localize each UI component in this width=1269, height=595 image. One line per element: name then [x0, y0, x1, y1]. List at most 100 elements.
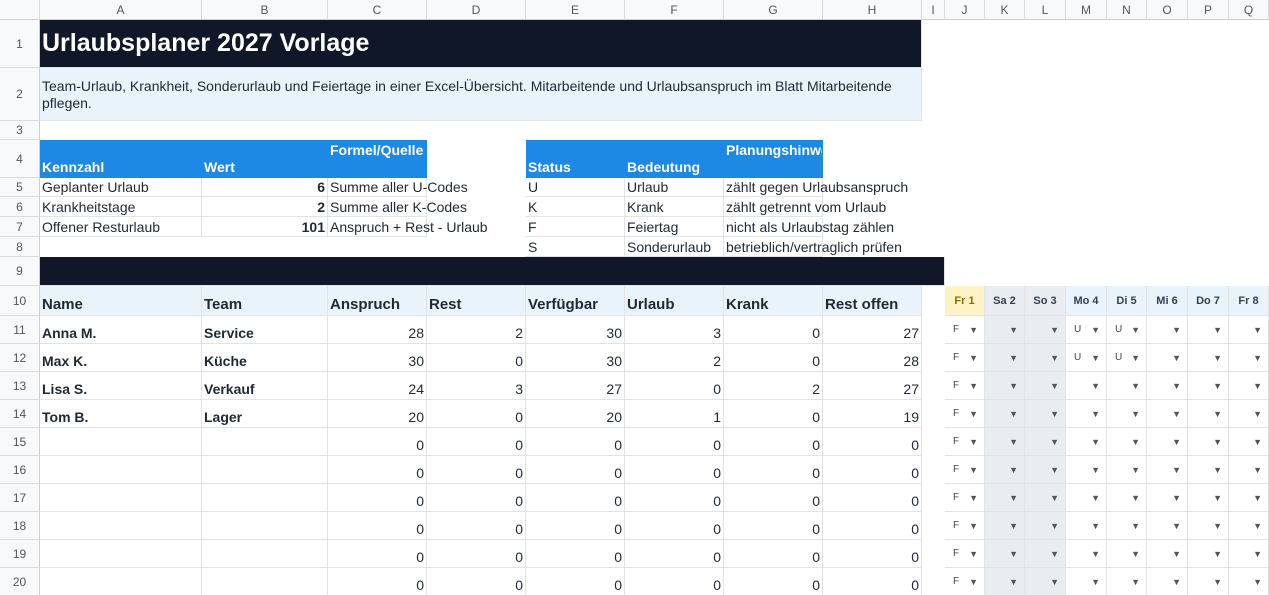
dropdown-arrow-icon[interactable]: ▼: [1131, 325, 1140, 335]
calendar-status-dropdown[interactable]: ▼: [1229, 428, 1269, 456]
dropdown-arrow-icon[interactable]: ▼: [1131, 353, 1140, 363]
row-header-11[interactable]: 11: [0, 316, 40, 344]
dropdown-arrow-icon[interactable]: ▼: [1213, 577, 1222, 587]
kpi-name[interactable]: Offener Resturlaub: [40, 217, 202, 237]
table-cell-text[interactable]: [202, 456, 328, 484]
legend-header-2[interactable]: Planungshinweis: [724, 140, 823, 178]
calendar-day-header[interactable]: Fr 1: [945, 286, 985, 316]
legend-hint[interactable]: zählt getrennt vom Urlaub: [724, 197, 886, 217]
table-cell-number[interactable]: 27: [823, 372, 922, 400]
dropdown-arrow-icon[interactable]: ▼: [1253, 577, 1262, 587]
dropdown-arrow-icon[interactable]: ▼: [1172, 353, 1181, 363]
table-cell-text[interactable]: Tom B.: [40, 400, 202, 428]
calendar-status-dropdown[interactable]: ▼: [1107, 512, 1147, 540]
calendar-status-dropdown[interactable]: ▼: [1066, 540, 1107, 568]
table-cell-number[interactable]: 0: [526, 484, 625, 512]
table-cell-number[interactable]: 0: [427, 400, 526, 428]
calendar-status-dropdown[interactable]: ▼: [1147, 344, 1188, 372]
row-header-18[interactable]: 18: [0, 512, 40, 540]
table-cell-number[interactable]: 0: [328, 540, 427, 568]
table-cell-number[interactable]: 27: [526, 372, 625, 400]
table-cell-number[interactable]: 0: [625, 456, 724, 484]
dropdown-arrow-icon[interactable]: ▼: [1050, 577, 1059, 587]
table-cell-text[interactable]: [202, 512, 328, 540]
calendar-status-dropdown[interactable]: ▼: [1025, 400, 1066, 428]
dropdown-arrow-icon[interactable]: ▼: [1131, 493, 1140, 503]
table-cell-number[interactable]: 0: [724, 400, 823, 428]
calendar-status-dropdown[interactable]: ▼: [1188, 512, 1229, 540]
calendar-status-dropdown[interactable]: ▼: [1188, 456, 1229, 484]
dropdown-arrow-icon[interactable]: ▼: [1131, 521, 1140, 531]
dropdown-arrow-icon[interactable]: ▼: [1253, 437, 1262, 447]
calendar-day-header[interactable]: Di 5: [1107, 286, 1147, 316]
kpi-value[interactable]: 6: [202, 178, 328, 197]
dropdown-arrow-icon[interactable]: ▼: [1131, 577, 1140, 587]
dropdown-arrow-icon[interactable]: ▼: [1050, 409, 1059, 419]
dropdown-arrow-icon[interactable]: ▼: [1213, 353, 1222, 363]
table-cell-number[interactable]: 0: [427, 568, 526, 595]
dropdown-arrow-icon[interactable]: ▼: [1050, 549, 1059, 559]
row-header-14[interactable]: 14: [0, 400, 40, 428]
row-header-15[interactable]: 15: [0, 428, 40, 456]
table-cell-number[interactable]: 0: [724, 456, 823, 484]
calendar-status-dropdown[interactable]: ▼: [985, 456, 1025, 484]
kpi-header-1[interactable]: Wert: [202, 140, 328, 178]
sheet-subtitle[interactable]: Team-Urlaub, Krankheit, Sonderurlaub und…: [40, 68, 922, 121]
calendar-status-dropdown[interactable]: ▼: [985, 372, 1025, 400]
table-cell-number[interactable]: 2: [427, 316, 526, 344]
row-header-19[interactable]: 19: [0, 540, 40, 568]
dropdown-arrow-icon[interactable]: ▼: [1172, 381, 1181, 391]
dropdown-arrow-icon[interactable]: ▼: [1050, 437, 1059, 447]
calendar-status-dropdown[interactable]: ▼: [1188, 372, 1229, 400]
dropdown-arrow-icon[interactable]: ▼: [1253, 409, 1262, 419]
row-header-16[interactable]: 16: [0, 456, 40, 484]
dropdown-arrow-icon[interactable]: ▼: [1131, 465, 1140, 475]
table-cell-number[interactable]: 0: [823, 568, 922, 595]
legend-header-1[interactable]: Bedeutung: [625, 140, 724, 178]
dropdown-arrow-icon[interactable]: ▼: [1131, 409, 1140, 419]
row-header-1[interactable]: 1: [0, 20, 40, 68]
calendar-status-dropdown[interactable]: ▼: [985, 568, 1025, 595]
table-cell-text[interactable]: [202, 428, 328, 456]
legend-meaning[interactable]: Feiertag: [625, 217, 724, 237]
row-header-8[interactable]: 8: [0, 237, 40, 257]
calendar-status-dropdown[interactable]: F ▼: [945, 540, 985, 568]
column-header-c[interactable]: C: [328, 0, 427, 20]
calendar-day-header[interactable]: Mi 6: [1147, 286, 1188, 316]
kpi-name[interactable]: Krankheitstage: [40, 197, 202, 217]
legend-meaning[interactable]: Urlaub: [625, 178, 724, 197]
legend-code[interactable]: U: [526, 178, 625, 197]
table-cell-text[interactable]: Max K.: [40, 344, 202, 372]
table-cell-number[interactable]: 0: [625, 428, 724, 456]
calendar-status-dropdown[interactable]: ▼: [985, 316, 1025, 344]
legend-code[interactable]: S: [526, 237, 625, 257]
calendar-status-dropdown[interactable]: ▼: [1229, 568, 1269, 595]
table-cell-number[interactable]: 0: [427, 456, 526, 484]
calendar-status-dropdown[interactable]: ▼: [1147, 456, 1188, 484]
dropdown-arrow-icon[interactable]: ▼: [1091, 465, 1100, 475]
row-header-5[interactable]: 5: [0, 178, 40, 197]
row-header-2[interactable]: 2: [0, 68, 40, 121]
sheet-title[interactable]: Urlaubsplaner 2027 Vorlage: [40, 20, 922, 68]
dropdown-arrow-icon[interactable]: ▼: [1253, 353, 1262, 363]
dropdown-arrow-icon[interactable]: ▼: [1050, 493, 1059, 503]
kpi-source[interactable]: Summe aller K-Codes: [328, 197, 467, 217]
dropdown-arrow-icon[interactable]: ▼: [1091, 381, 1100, 391]
table-cell-number[interactable]: 0: [724, 316, 823, 344]
table-cell-number[interactable]: 0: [724, 512, 823, 540]
row-header-20[interactable]: 20: [0, 568, 40, 595]
dropdown-arrow-icon[interactable]: ▼: [1050, 381, 1059, 391]
calendar-status-dropdown[interactable]: ▼: [1229, 344, 1269, 372]
dropdown-arrow-icon[interactable]: ▼: [1131, 437, 1140, 447]
calendar-status-dropdown[interactable]: ▼: [1107, 456, 1147, 484]
table-cell-number[interactable]: 0: [328, 512, 427, 540]
calendar-status-dropdown[interactable]: U ▼: [1066, 344, 1107, 372]
legend-meaning[interactable]: Sonderurlaub: [625, 237, 724, 257]
dropdown-arrow-icon[interactable]: ▼: [1172, 437, 1181, 447]
calendar-status-dropdown[interactable]: U ▼: [1066, 316, 1107, 344]
dropdown-arrow-icon[interactable]: ▼: [1009, 521, 1018, 531]
table-cell-number[interactable]: 0: [823, 512, 922, 540]
table-cell-number[interactable]: 0: [625, 540, 724, 568]
table-cell-number[interactable]: 0: [625, 568, 724, 595]
column-header-l[interactable]: L: [1025, 0, 1066, 20]
